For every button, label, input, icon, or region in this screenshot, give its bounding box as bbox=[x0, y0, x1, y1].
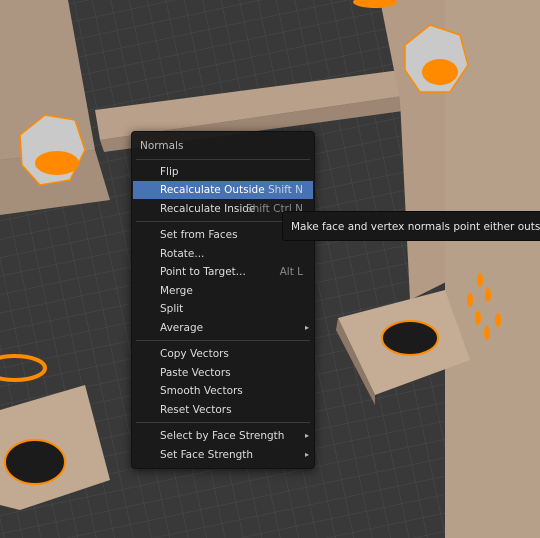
menu-item-select-by-face-strength[interactable]: Select by Face Strength ▸ bbox=[133, 427, 313, 445]
menu-title: Normals bbox=[140, 140, 184, 152]
normals-menu: Normals Flip Recalculate Outside Shift N… bbox=[131, 131, 315, 469]
menu-item-recalculate-outside[interactable]: Recalculate Outside Shift N bbox=[133, 181, 313, 199]
menu-item-point-to-target[interactable]: Point to Target... Alt L bbox=[133, 263, 313, 281]
submenu-arrow-icon: ▸ bbox=[304, 431, 309, 440]
hole-right bbox=[381, 320, 439, 356]
menu-item-merge[interactable]: Merge bbox=[133, 282, 313, 300]
menu-item-flip[interactable]: Flip bbox=[133, 163, 313, 181]
menu-item-set-face-strength[interactable]: Set Face Strength ▸ bbox=[133, 446, 313, 464]
menu-item-reset-vectors[interactable]: Reset Vectors bbox=[133, 401, 313, 419]
menu-item-split[interactable]: Split bbox=[133, 300, 313, 318]
menu-item-rotate[interactable]: Rotate... bbox=[133, 245, 313, 263]
shortcut-label: Shift N bbox=[267, 184, 303, 196]
menu-item-copy-vectors[interactable]: Copy Vectors bbox=[133, 345, 313, 363]
hole-left bbox=[4, 439, 66, 485]
menu-item-average[interactable]: Average ▸ bbox=[133, 319, 313, 337]
menu-item-paste-vectors[interactable]: Paste Vectors bbox=[133, 364, 313, 382]
wall-far-right bbox=[445, 0, 540, 538]
submenu-arrow-icon: ▸ bbox=[304, 323, 309, 332]
submenu-arrow-icon: ▸ bbox=[304, 450, 309, 459]
divider bbox=[136, 340, 310, 341]
shortcut-label: Alt L bbox=[279, 266, 303, 278]
divider bbox=[136, 159, 310, 160]
menu-item-smooth-vectors[interactable]: Smooth Vectors bbox=[133, 382, 313, 400]
tooltip: Make face and vertex normals point eithe… bbox=[282, 211, 540, 241]
divider bbox=[136, 422, 310, 423]
